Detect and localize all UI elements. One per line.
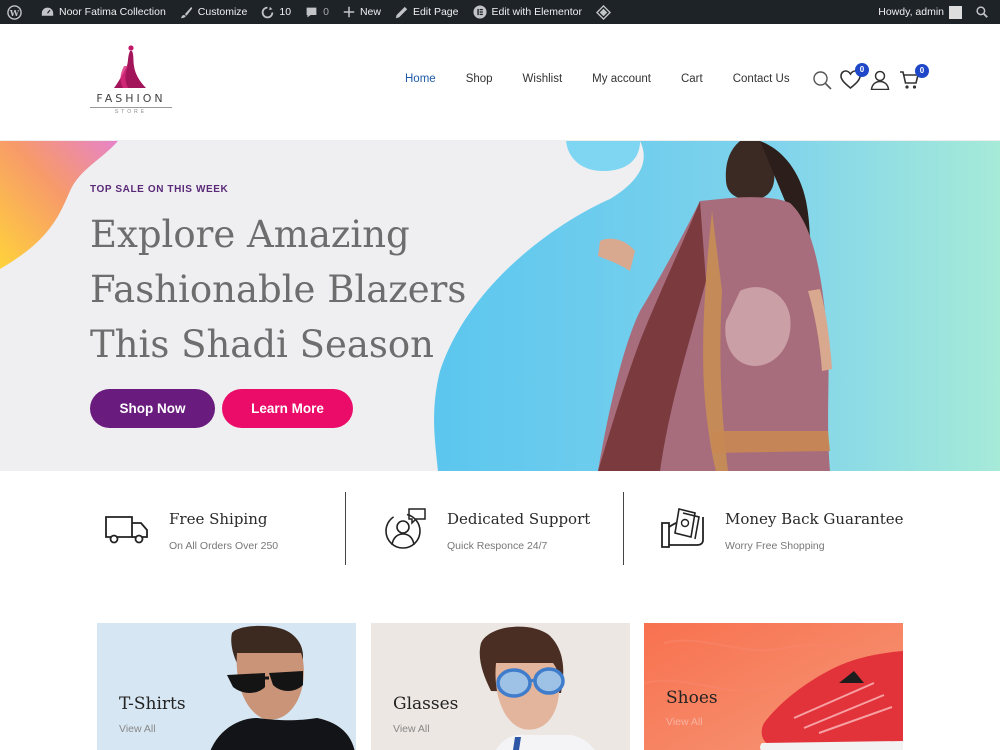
category-view-all-link[interactable]: View All — [119, 723, 156, 735]
customize-link[interactable]: Customize — [173, 0, 255, 24]
dress-figure-icon — [114, 45, 146, 88]
site-name-link[interactable]: Noor Fatima Collection — [34, 0, 173, 24]
comments-link[interactable]: 0 — [298, 0, 336, 24]
updates-count: 10 — [279, 6, 292, 18]
logo-tagline: STORE — [90, 107, 172, 115]
category-title: Glasses — [393, 694, 459, 714]
support-icon — [385, 508, 426, 549]
feature-divider — [623, 492, 624, 565]
feature-money-back: Money Back Guarantee Worry Free Shopping — [661, 491, 904, 566]
feature-subtitle: Quick Responce 24/7 — [447, 540, 548, 552]
nav-wishlist[interactable]: Wishlist — [523, 73, 563, 85]
cart-count-badge: 0 — [915, 64, 929, 78]
feature-divider — [345, 492, 346, 565]
hero-banner: TOP SALE ON THIS WEEK Explore Amazing Fa… — [0, 141, 1000, 471]
edit-with-elementor-label: Edit with Elementor — [491, 6, 582, 18]
learn-more-button[interactable]: Learn More — [222, 389, 353, 428]
user-icon — [870, 70, 890, 91]
category-card-tshirts[interactable]: T-Shirts View All — [97, 623, 356, 750]
feature-subtitle: Worry Free Shopping — [725, 540, 825, 552]
hero-eyebrow: TOP SALE ON THIS WEEK — [90, 184, 229, 195]
adminbar-search-button[interactable] — [969, 0, 1000, 24]
site-name-label: Noor Fatima Collection — [59, 6, 166, 18]
updates-link[interactable]: 10 — [254, 0, 298, 24]
header-account-button[interactable] — [870, 70, 890, 95]
wordpress-logo-button[interactable]: W — [0, 0, 34, 24]
wordpress-icon: W — [7, 4, 22, 20]
money-icon — [661, 508, 704, 548]
pencil-icon — [395, 6, 408, 18]
site-header: FASHION STORE Home Shop Wishlist My acco… — [0, 24, 1000, 141]
site-logo[interactable]: FASHION STORE — [90, 44, 172, 124]
feature-title: Free Shiping — [169, 510, 268, 528]
hero-title-line-2: Fashionable Blazers — [90, 268, 467, 311]
my-account-link[interactable]: Howdy, admin — [871, 0, 969, 24]
brush-icon — [180, 6, 192, 18]
feature-free-shipping: Free Shiping On All Orders Over 250 — [105, 491, 335, 566]
category-title: T-Shirts — [119, 694, 186, 714]
edit-page-label: Edit Page — [412, 6, 459, 18]
search-icon — [813, 71, 832, 90]
plus-icon — [343, 6, 355, 18]
avatar — [949, 5, 962, 19]
edit-with-elementor-link[interactable]: Edit with Elementor — [466, 0, 589, 24]
category-card-shoes[interactable]: Shoes View All — [644, 623, 903, 750]
dashboard-icon — [41, 7, 54, 16]
logo-name: FASHION — [96, 92, 166, 105]
edit-page-link[interactable]: Edit Page — [388, 0, 466, 24]
feature-dedicated-support: Dedicated Support Quick Responce 24/7 — [383, 491, 613, 566]
shop-now-button[interactable]: Shop Now — [90, 389, 215, 428]
customize-label: Customize — [197, 6, 248, 18]
svg-text:W: W — [9, 7, 20, 17]
category-card-glasses[interactable]: Glasses View All — [371, 623, 630, 750]
nav-contact-us[interactable]: Contact Us — [733, 73, 790, 85]
new-content-link[interactable]: New — [336, 0, 388, 24]
wishlist-count-badge: 0 — [855, 63, 869, 77]
comment-icon — [306, 7, 317, 17]
diamond-icon — [595, 4, 611, 20]
header-wishlist-button[interactable]: 0 — [840, 63, 869, 95]
header-search-button[interactable] — [812, 70, 832, 95]
main-navigation: Home Shop Wishlist My account Cart Conta… — [390, 73, 805, 85]
updates-icon — [262, 6, 274, 18]
truck-icon — [105, 516, 148, 544]
header-cart-button[interactable]: 0 — [899, 64, 929, 95]
nav-cart[interactable]: Cart — [681, 73, 703, 85]
comments-count: 0 — [323, 6, 329, 18]
search-icon — [976, 6, 988, 18]
category-title: Shoes — [666, 688, 718, 708]
nav-shop[interactable]: Shop — [466, 73, 493, 85]
feature-subtitle: On All Orders Over 250 — [169, 540, 279, 552]
feature-title: Money Back Guarantee — [725, 510, 904, 528]
howdy-label: Howdy, admin — [878, 6, 944, 18]
hero-title-line-1: Explore Amazing — [90, 213, 410, 256]
nav-my-account[interactable]: My account — [592, 73, 651, 85]
category-view-all-link[interactable]: View All — [393, 723, 430, 735]
category-view-all-link[interactable]: View All — [666, 716, 703, 728]
feature-title: Dedicated Support — [447, 510, 591, 528]
new-label: New — [359, 6, 381, 18]
wp-admin-bar: W Noor Fatima Collection Customize 10 0 … — [0, 0, 1000, 24]
elementor-icon — [472, 5, 487, 19]
hero-title-line-3: This Shadi Season — [90, 323, 435, 366]
wp-rocket-link[interactable] — [589, 0, 623, 24]
features-strip: Free Shiping On All Orders Over 250 Dedi… — [0, 471, 1000, 601]
red-sneaker-image — [644, 623, 903, 750]
nav-home[interactable]: Home — [405, 73, 436, 85]
